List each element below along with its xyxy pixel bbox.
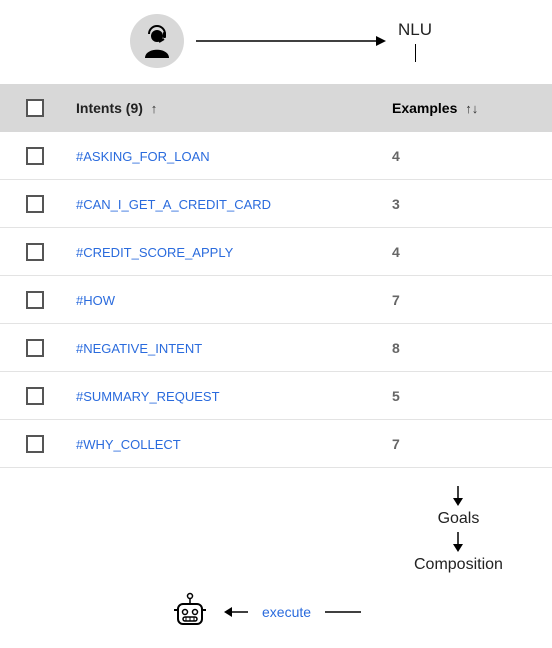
vertical-flow: Goals Composition [414, 486, 503, 578]
line-down-icon [415, 44, 416, 62]
row-checkbox[interactable] [26, 195, 44, 213]
row-checkbox[interactable] [26, 243, 44, 261]
execute-label: execute [262, 604, 311, 620]
robot-icon [170, 592, 210, 632]
goals-label: Goals [438, 510, 480, 528]
intent-link[interactable]: #HOW [76, 293, 115, 308]
row-checkbox[interactable] [26, 435, 44, 453]
examples-header-text: Examples [392, 100, 457, 116]
nlu-label: NLU [398, 20, 432, 40]
examples-count: 8 [392, 340, 542, 356]
composition-label: Composition [414, 556, 503, 574]
arrow-left-icon [224, 607, 248, 617]
table-row: #SUMMARY_REQUEST 5 [0, 372, 552, 420]
line-icon [325, 607, 361, 617]
intent-link[interactable]: #CAN_I_GET_A_CREDIT_CARD [76, 197, 271, 212]
examples-count: 4 [392, 244, 542, 260]
row-checkbox[interactable] [26, 291, 44, 309]
table-row: #WHY_COLLECT 7 [0, 420, 552, 468]
examples-count: 4 [392, 148, 542, 164]
select-all-checkbox[interactable] [26, 99, 44, 117]
bottom-flow: execute [170, 592, 361, 632]
top-flow: NLU [0, 0, 552, 76]
intents-header[interactable]: Intents (9) ↑ [60, 100, 392, 116]
table-row: #HOW 7 [0, 276, 552, 324]
examples-count: 7 [392, 292, 542, 308]
arrow-right-icon [196, 35, 386, 47]
examples-header[interactable]: Examples ↑↓ [392, 100, 542, 116]
examples-count: 7 [392, 436, 542, 452]
row-checkbox[interactable] [26, 339, 44, 357]
table-row: #CREDIT_SCORE_APPLY 4 [0, 228, 552, 276]
intents-table: Intents (9) ↑ Examples ↑↓ #ASKING_FOR_LO… [0, 84, 552, 468]
intent-link[interactable]: #SUMMARY_REQUEST [76, 389, 220, 404]
table-row: #CAN_I_GET_A_CREDIT_CARD 3 [0, 180, 552, 228]
intent-link[interactable]: #NEGATIVE_INTENT [76, 341, 202, 356]
intents-header-text: Intents (9) [76, 100, 143, 116]
intent-link[interactable]: #CREDIT_SCORE_APPLY [76, 245, 233, 260]
row-checkbox[interactable] [26, 147, 44, 165]
arrow-down-icon [452, 486, 464, 506]
intent-link[interactable]: #WHY_COLLECT [76, 437, 181, 452]
table-row: #NEGATIVE_INTENT 8 [0, 324, 552, 372]
row-checkbox[interactable] [26, 387, 44, 405]
examples-count: 3 [392, 196, 542, 212]
examples-count: 5 [392, 388, 542, 404]
agent-icon [130, 14, 184, 68]
sort-both-icon: ↑↓ [465, 101, 478, 116]
arrow-down-icon [452, 532, 464, 552]
table-row: #ASKING_FOR_LOAN 4 [0, 132, 552, 180]
table-header: Intents (9) ↑ Examples ↑↓ [0, 84, 552, 132]
intent-link[interactable]: #ASKING_FOR_LOAN [76, 149, 210, 164]
nlu-block: NLU [398, 20, 432, 62]
sort-asc-icon: ↑ [151, 101, 158, 116]
